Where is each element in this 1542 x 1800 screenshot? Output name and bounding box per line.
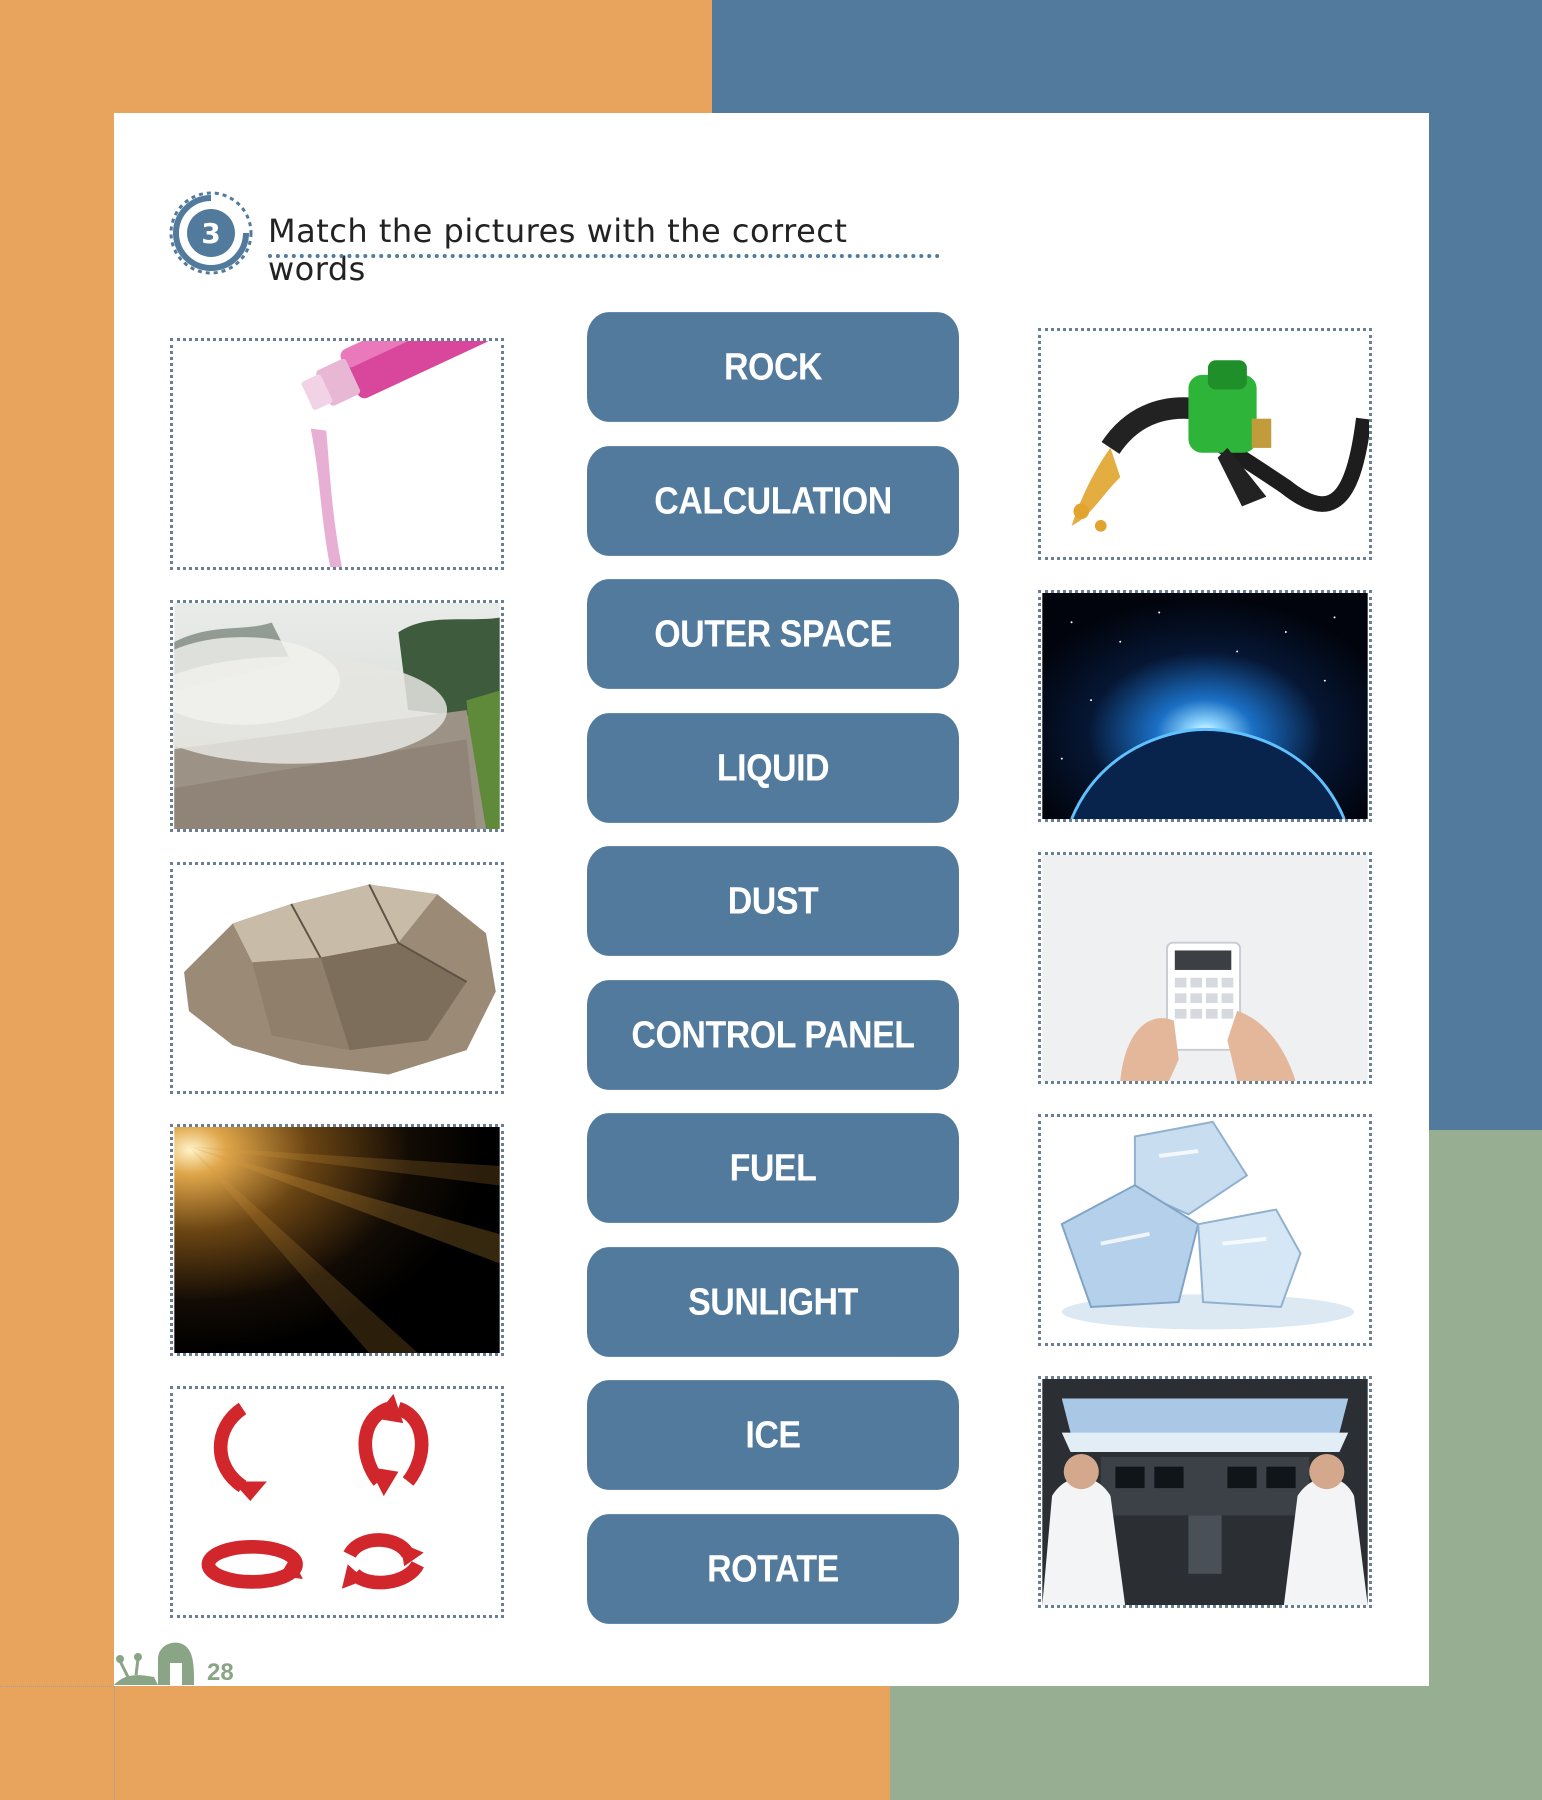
word-label: CONTROL PANEL <box>631 1013 915 1056</box>
word-button-control-panel[interactable]: CONTROL PANEL <box>587 980 959 1090</box>
footer-dotted-line <box>0 1686 114 1687</box>
word-label: DUST <box>727 879 819 922</box>
word-button-calculation[interactable]: CALCULATION <box>587 446 959 556</box>
pouring-liquid-picture[interactable] <box>170 338 504 570</box>
word-button-rock[interactable]: ROCK <box>587 312 959 422</box>
background-orange-block <box>0 1686 890 1800</box>
title-dotted-underline <box>268 254 940 258</box>
word-label: OUTER SPACE <box>654 612 892 655</box>
word-button-dust[interactable]: DUST <box>587 846 959 956</box>
exercise-number: 3 <box>201 217 220 250</box>
cockpit-picture[interactable] <box>1038 1376 1372 1608</box>
page-number: 28 <box>207 1659 234 1686</box>
word-label: FUEL <box>729 1146 817 1189</box>
word-label: LIQUID <box>716 746 830 789</box>
word-label: SUNLIGHT <box>688 1280 858 1323</box>
word-button-ice[interactable]: ICE <box>587 1380 959 1490</box>
word-button-liquid[interactable]: LIQUID <box>587 713 959 823</box>
book-snail-icon <box>114 1642 194 1685</box>
word-label: CALCULATION <box>654 479 892 522</box>
word-button-rotate[interactable]: ROTATE <box>587 1514 959 1624</box>
exercise-number-badge: 3 <box>169 191 253 275</box>
sunlight-picture[interactable] <box>170 1124 504 1356</box>
calculator-picture[interactable] <box>1038 852 1372 1084</box>
exercise-header: 3 Match the pictures with the correct wo… <box>168 190 948 288</box>
word-label: ICE <box>745 1413 801 1456</box>
footer-dotted-vertical <box>114 1686 115 1800</box>
word-button-outer-space[interactable]: OUTER SPACE <box>587 579 959 689</box>
outer-space-picture[interactable] <box>1038 590 1372 822</box>
word-label: ROCK <box>723 345 823 388</box>
ice-cubes-picture[interactable] <box>1038 1114 1372 1346</box>
word-label: ROTATE <box>707 1547 839 1590</box>
rotate-arrows-picture[interactable] <box>170 1386 504 1618</box>
exercise-title: Match the pictures with the correct word… <box>268 212 848 288</box>
rock-picture[interactable] <box>170 862 504 1094</box>
word-button-fuel[interactable]: FUEL <box>587 1113 959 1223</box>
fuel-nozzle-picture[interactable] <box>1038 328 1372 560</box>
word-button-sunlight[interactable]: SUNLIGHT <box>587 1247 959 1357</box>
dusty-road-picture[interactable] <box>170 600 504 832</box>
